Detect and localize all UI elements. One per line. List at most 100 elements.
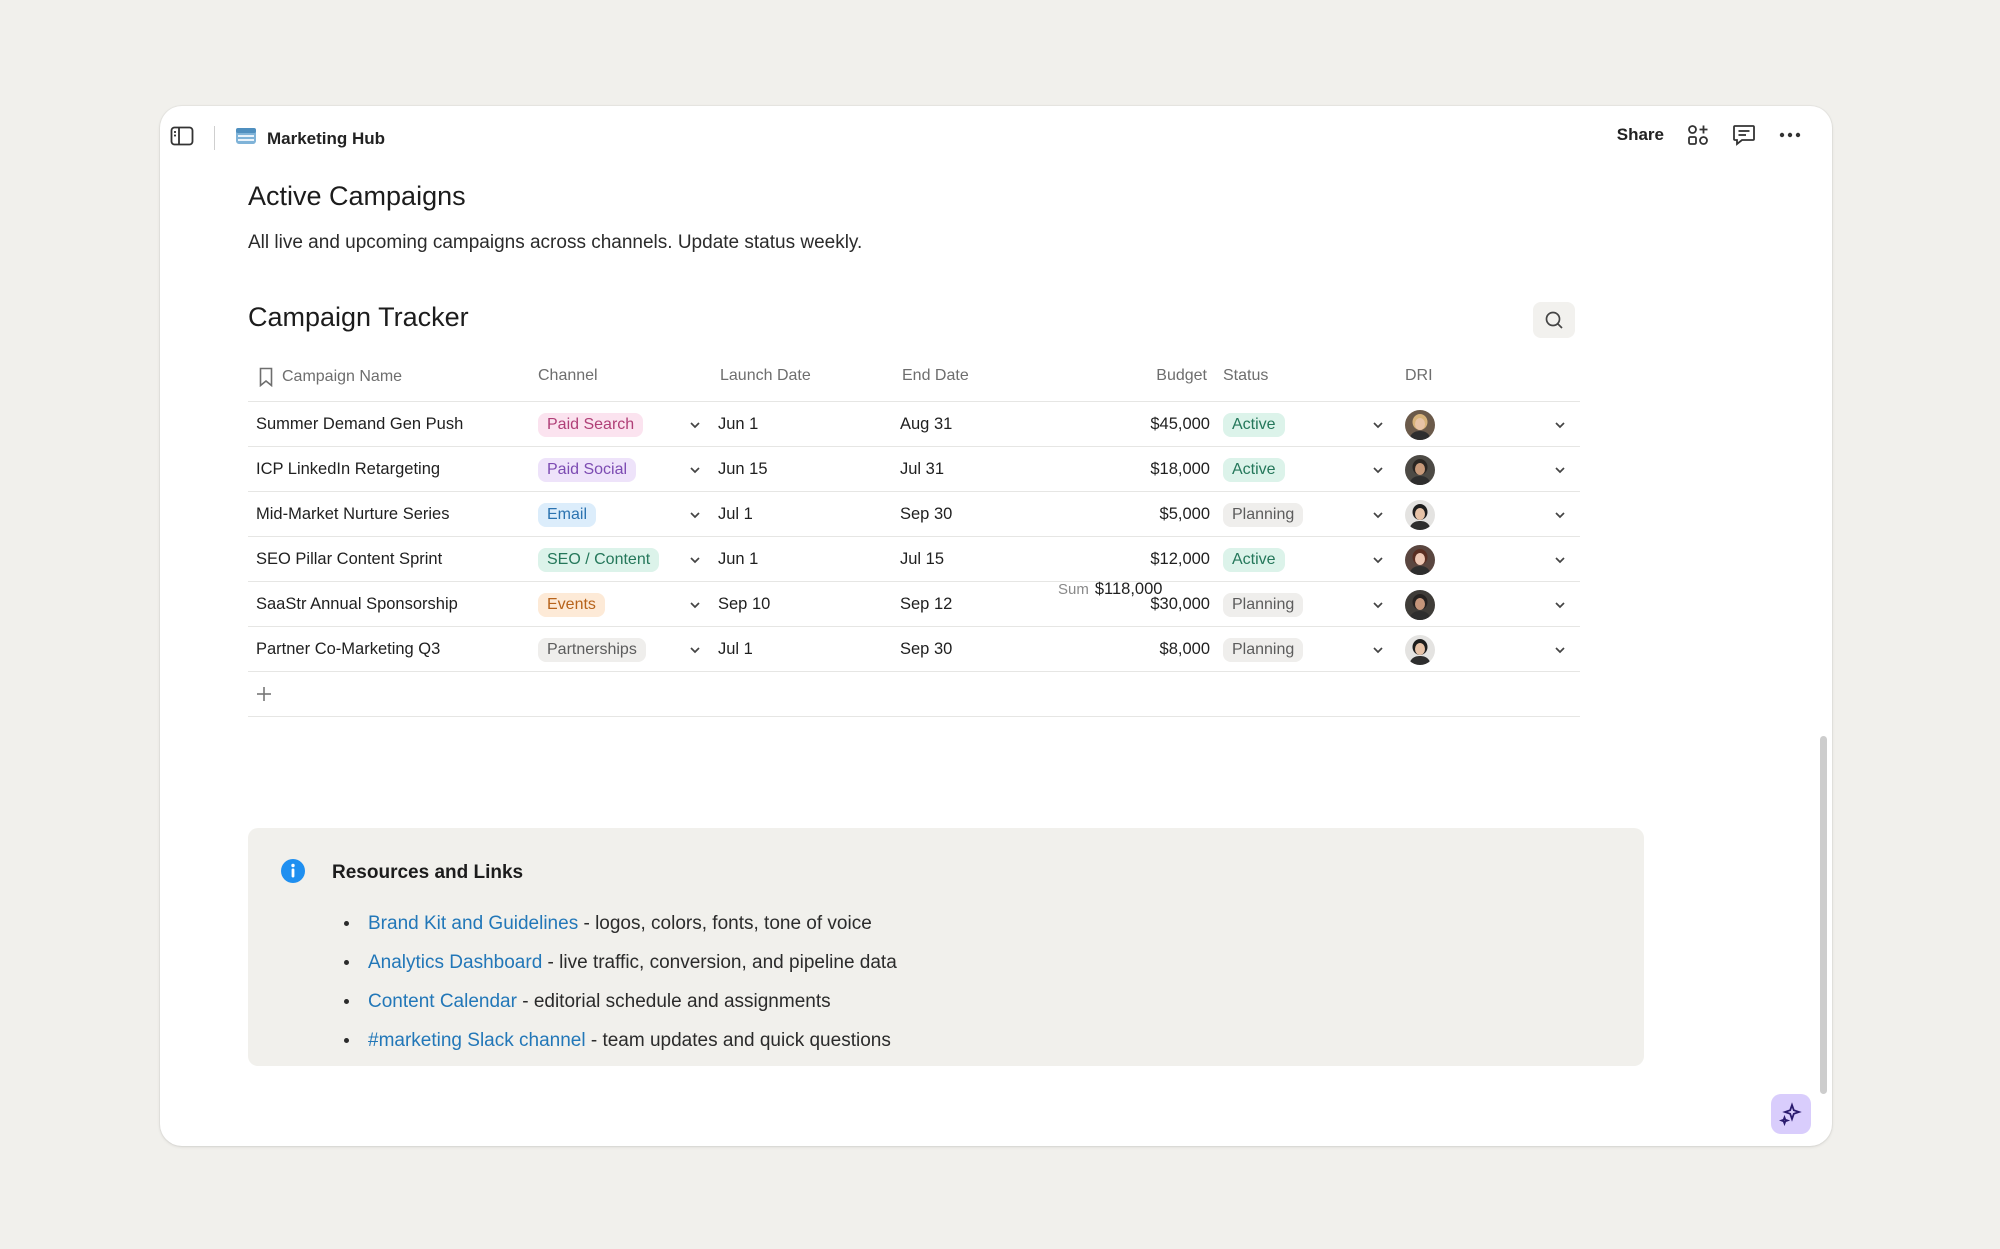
column-header-end-date[interactable]: End Date — [902, 367, 969, 385]
channel-cell[interactable]: Partnerships — [538, 627, 646, 672]
more-options-icon[interactable] — [1778, 123, 1802, 147]
breadcrumb[interactable]: Marketing Hub — [235, 126, 385, 151]
chevron-down-icon[interactable] — [1371, 582, 1385, 627]
launch-date[interactable]: Jul 1 — [718, 492, 753, 537]
resource-link[interactable]: Brand Kit and Guidelines — [368, 913, 578, 935]
sidebar-toggle-icon[interactable] — [170, 126, 196, 148]
apps-icon[interactable] — [1686, 123, 1710, 147]
channel-cell[interactable]: Paid Search — [538, 402, 644, 447]
column-header-launch-date[interactable]: Launch Date — [720, 367, 811, 385]
avatar[interactable] — [1405, 499, 1435, 530]
chevron-down-icon[interactable] — [1371, 447, 1385, 492]
comment-icon[interactable] — [1732, 123, 1756, 147]
channel-tag[interactable]: SEO / Content — [538, 547, 660, 572]
dri-cell[interactable] — [1405, 582, 1435, 627]
dri-cell[interactable] — [1405, 492, 1435, 537]
avatar[interactable] — [1405, 409, 1435, 440]
chevron-down-icon[interactable] — [1553, 582, 1567, 627]
column-header-budget[interactable]: Budget — [1068, 367, 1207, 385]
status-cell[interactable]: Active — [1223, 537, 1285, 582]
end-date[interactable]: Sep 12 — [900, 582, 952, 627]
campaign-name[interactable]: Mid-Market Nurture Series — [256, 492, 449, 537]
resource-link[interactable]: #marketing Slack channel — [368, 1030, 586, 1052]
chevron-down-icon[interactable] — [1553, 402, 1567, 447]
add-row-icon[interactable] — [254, 684, 274, 704]
dri-cell[interactable] — [1405, 402, 1435, 447]
budget[interactable]: $8,000 — [1068, 627, 1210, 672]
campaign-name[interactable]: ICP LinkedIn Retargeting — [256, 447, 440, 492]
channel-tag[interactable]: Email — [538, 502, 597, 527]
resource-link[interactable]: Analytics Dashboard — [368, 952, 542, 974]
campaign-name[interactable]: Summer Demand Gen Push — [256, 402, 463, 447]
chevron-down-icon[interactable] — [688, 627, 702, 672]
launch-date[interactable]: Sep 10 — [718, 582, 770, 627]
status-badge[interactable]: Active — [1223, 457, 1285, 482]
budget[interactable]: $45,000 — [1068, 402, 1210, 447]
status-badge[interactable]: Active — [1223, 412, 1285, 437]
chevron-down-icon[interactable] — [688, 492, 702, 537]
column-header-status[interactable]: Status — [1223, 367, 1268, 385]
status-cell[interactable]: Planning — [1223, 582, 1304, 627]
table-row[interactable]: Partner Co-Marketing Q3 Partnerships Jul 1… — [248, 627, 1580, 672]
channel-cell[interactable]: Events — [538, 582, 605, 627]
table-row[interactable]: ICP LinkedIn Retargeting Paid Social Jun 1… — [248, 447, 1580, 492]
channel-cell[interactable]: Paid Social — [538, 447, 637, 492]
channel-cell[interactable]: Email — [538, 492, 597, 537]
avatar[interactable] — [1405, 634, 1435, 665]
launch-date[interactable]: Jun 15 — [718, 447, 768, 492]
scrollbar-thumb[interactable] — [1820, 736, 1827, 1094]
end-date[interactable]: Jul 15 — [900, 537, 944, 582]
channel-tag[interactable]: Partnerships — [538, 637, 646, 662]
chevron-down-icon[interactable] — [1371, 402, 1385, 447]
chevron-down-icon[interactable] — [1371, 537, 1385, 582]
status-badge[interactable]: Planning — [1223, 592, 1304, 617]
budget[interactable]: $12,000 — [1068, 537, 1210, 582]
status-badge[interactable]: Planning — [1223, 502, 1304, 527]
budget[interactable]: $18,000 — [1068, 447, 1210, 492]
chevron-down-icon[interactable] — [1553, 492, 1567, 537]
chevron-down-icon[interactable] — [1371, 492, 1385, 537]
campaign-name[interactable]: Partner Co-Marketing Q3 — [256, 627, 440, 672]
chevron-down-icon[interactable] — [1553, 627, 1567, 672]
launch-date[interactable]: Jul 1 — [718, 627, 753, 672]
avatar[interactable] — [1405, 454, 1435, 485]
table-row[interactable]: Summer Demand Gen Push Paid Search Jun 1 Au… — [248, 402, 1580, 447]
table-row[interactable]: SEO Pillar Content Sprint SEO / Content Ju… — [248, 537, 1580, 582]
chevron-down-icon[interactable] — [688, 582, 702, 627]
table-row[interactable]: SaaStr Annual Sponsorship Events Sep 10 Sep… — [248, 582, 1580, 627]
end-date[interactable]: Sep 30 — [900, 492, 952, 537]
ai-assistant-button[interactable] — [1771, 1094, 1811, 1134]
column-header-channel[interactable]: Channel — [538, 367, 598, 385]
channel-tag[interactable]: Paid Social — [538, 457, 637, 482]
status-cell[interactable]: Active — [1223, 447, 1285, 492]
dri-cell[interactable] — [1405, 537, 1435, 582]
status-cell[interactable]: Active — [1223, 402, 1285, 447]
chevron-down-icon[interactable] — [1553, 537, 1567, 582]
chevron-down-icon[interactable] — [688, 402, 702, 447]
dri-cell[interactable] — [1405, 627, 1435, 672]
share-button[interactable]: Share — [1617, 125, 1664, 145]
campaign-name[interactable]: SaaStr Annual Sponsorship — [256, 582, 458, 627]
status-badge[interactable]: Planning — [1223, 637, 1304, 662]
status-badge[interactable]: Active — [1223, 547, 1285, 572]
column-header-name[interactable]: Campaign Name — [258, 367, 402, 387]
column-header-dri[interactable]: DRI — [1405, 367, 1433, 385]
campaign-name[interactable]: SEO Pillar Content Sprint — [256, 537, 442, 582]
status-cell[interactable]: Planning — [1223, 627, 1304, 672]
dri-cell[interactable] — [1405, 447, 1435, 492]
launch-date[interactable]: Jun 1 — [718, 402, 758, 447]
channel-tag[interactable]: Paid Search — [538, 412, 644, 437]
channel-cell[interactable]: SEO / Content — [538, 537, 660, 582]
end-date[interactable]: Sep 30 — [900, 627, 952, 672]
chevron-down-icon[interactable] — [1371, 627, 1385, 672]
end-date[interactable]: Jul 31 — [900, 447, 944, 492]
chevron-down-icon[interactable] — [1553, 447, 1567, 492]
avatar[interactable] — [1405, 589, 1435, 620]
avatar[interactable] — [1405, 544, 1435, 575]
status-cell[interactable]: Planning — [1223, 492, 1304, 537]
launch-date[interactable]: Jun 1 — [718, 537, 758, 582]
table-row[interactable]: Mid-Market Nurture Series Email Jul 1 Sep 3… — [248, 492, 1580, 537]
chevron-down-icon[interactable] — [688, 447, 702, 492]
chevron-down-icon[interactable] — [688, 537, 702, 582]
channel-tag[interactable]: Events — [538, 592, 605, 617]
